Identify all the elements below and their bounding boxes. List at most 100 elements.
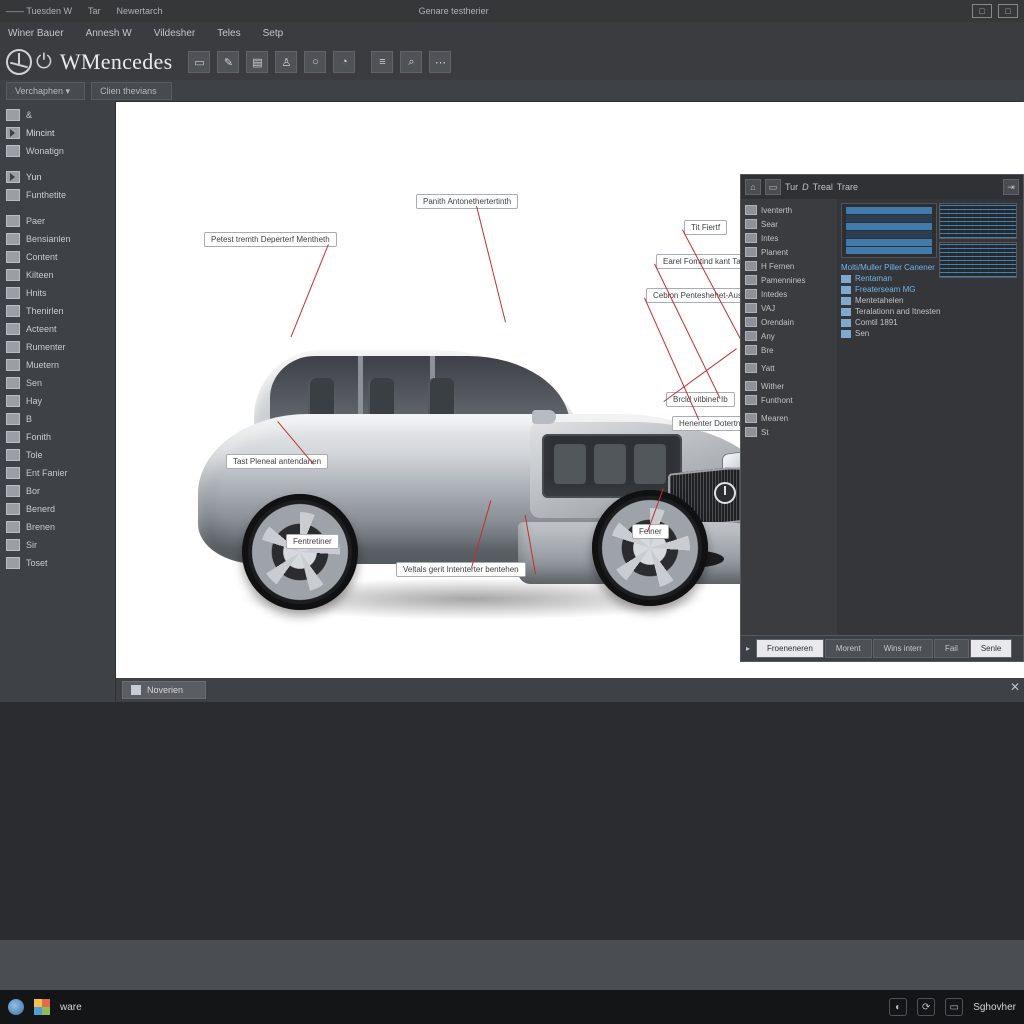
menu-item[interactable]: Teles bbox=[217, 28, 240, 39]
tray-icon[interactable]: ◐ bbox=[889, 998, 907, 1016]
sidebar-item[interactable]: Benerd bbox=[4, 500, 112, 518]
tool-icon[interactable]: ≡ bbox=[371, 51, 393, 73]
sidebar-item[interactable]: Ent Fanier bbox=[4, 464, 112, 482]
tool-icon[interactable]: ◔ bbox=[333, 51, 355, 73]
inspector-collapse-icon[interactable]: ⇥ bbox=[1003, 179, 1019, 195]
start-button-icon[interactable] bbox=[8, 999, 24, 1015]
sidebar-item-icon bbox=[6, 485, 20, 497]
tool-icon[interactable]: ▤ bbox=[246, 51, 268, 73]
sidebar-item[interactable]: Muetern bbox=[4, 356, 112, 374]
sidebar-item[interactable]: Sir bbox=[4, 536, 112, 554]
tree-item[interactable]: Intedes bbox=[745, 287, 833, 301]
close-icon[interactable]: ✕ bbox=[1010, 680, 1020, 694]
sidebar-item[interactable]: B bbox=[4, 410, 112, 428]
property-row[interactable]: Teralationn and Itnesten bbox=[841, 306, 1019, 317]
menu-item[interactable]: Annesh W bbox=[86, 28, 132, 39]
tree-item[interactable]: Any bbox=[745, 329, 833, 343]
tree-item[interactable]: H Fernen bbox=[745, 259, 833, 273]
inspector-bottom-tab[interactable]: Morent bbox=[825, 639, 872, 658]
tree-item[interactable]: Yatt bbox=[745, 361, 833, 375]
sidebar-item-label: Muetern bbox=[26, 360, 59, 370]
inspector-tree[interactable]: IventerthSearIntesPlanentH FernenPamenni… bbox=[741, 199, 837, 635]
tray-icon[interactable]: ⟳ bbox=[917, 998, 935, 1016]
inspector-tab[interactable]: ⌂ bbox=[745, 179, 761, 195]
tool-icon[interactable]: ▭ bbox=[188, 51, 210, 73]
minimize-button[interactable]: □ bbox=[972, 4, 992, 18]
sidebar-item[interactable]: Brenen bbox=[4, 518, 112, 536]
menu-item[interactable]: Vildesher bbox=[154, 28, 196, 39]
sidebar-item[interactable]: Bensianlen bbox=[4, 230, 112, 248]
windows-flag-icon[interactable] bbox=[34, 999, 50, 1015]
sidebar-item[interactable]: Content bbox=[4, 248, 112, 266]
property-row[interactable]: Sen bbox=[841, 328, 1019, 339]
sidebar-item[interactable]: Funthetite bbox=[4, 186, 112, 204]
tree-item[interactable]: Pamennines bbox=[745, 273, 833, 287]
tree-item[interactable]: Mearen bbox=[745, 411, 833, 425]
tree-icon bbox=[745, 233, 757, 243]
tree-item[interactable]: Sear bbox=[745, 217, 833, 231]
sidebar-item-label: & bbox=[26, 110, 32, 120]
property-row[interactable]: Freaterseam MG bbox=[841, 284, 1019, 295]
inspector-tab[interactable]: ▭ bbox=[765, 179, 781, 195]
tool-icon[interactable]: ♙ bbox=[275, 51, 297, 73]
inspector-tab[interactable]: Trare bbox=[837, 182, 858, 192]
sidebar-item[interactable]: Thenirlen bbox=[4, 302, 112, 320]
inspector-panel[interactable]: ⌂ ▭ Tur D Treal Trare ⇥ IventerthSearInt… bbox=[740, 174, 1024, 662]
tree-item[interactable]: Wither bbox=[745, 379, 833, 393]
tool-icon[interactable]: ✎ bbox=[217, 51, 239, 73]
sidebar-item[interactable]: Yun bbox=[4, 168, 112, 186]
sidebar-item[interactable]: Fonith bbox=[4, 428, 112, 446]
sidebar-item[interactable]: Rumenter bbox=[4, 338, 112, 356]
inspector-tab[interactable]: Tur bbox=[785, 182, 798, 192]
tool-icon[interactable]: ⌕ bbox=[400, 51, 422, 73]
tool-icon[interactable]: ○ bbox=[304, 51, 326, 73]
sidebar-item[interactable]: Sen bbox=[4, 374, 112, 392]
inspector-bottom-tab[interactable]: Froeneneren bbox=[756, 639, 824, 658]
inspector-bottom-tab[interactable]: Senle bbox=[970, 639, 1012, 658]
sidebar-item[interactable]: Wonatign bbox=[4, 142, 112, 160]
thumbnail[interactable] bbox=[939, 242, 1017, 278]
sidebar-item[interactable]: Kilteen bbox=[4, 266, 112, 284]
inspector-tab[interactable]: Treal bbox=[813, 182, 833, 192]
sidebar-item[interactable]: Bor bbox=[4, 482, 112, 500]
tree-item[interactable]: St bbox=[745, 425, 833, 439]
tree-item[interactable]: Planent bbox=[745, 245, 833, 259]
sidebar-item[interactable]: Toset bbox=[4, 554, 112, 572]
sidebar-item[interactable]: Tole bbox=[4, 446, 112, 464]
tray-icon[interactable]: ▭ bbox=[945, 998, 963, 1016]
maximize-button[interactable]: □ bbox=[998, 4, 1018, 18]
sidebar-item[interactable]: Hay bbox=[4, 392, 112, 410]
property-row[interactable]: Comtil 1891 bbox=[841, 317, 1019, 328]
sidebar-item[interactable]: Mincint bbox=[4, 124, 112, 142]
thumbnail[interactable] bbox=[939, 203, 1017, 239]
taskbar-app[interactable]: ware bbox=[60, 1002, 82, 1013]
document-tab[interactable]: Clien thevians bbox=[91, 82, 172, 100]
os-taskbar[interactable]: ware ◐ ⟳ ▭ Sghovher bbox=[0, 990, 1024, 1024]
sidebar-item[interactable]: & bbox=[4, 106, 112, 124]
tree-item[interactable]: Funthont bbox=[745, 393, 833, 407]
menu-item[interactable]: Winer Bauer bbox=[8, 28, 64, 39]
tree-item[interactable]: Bre bbox=[745, 343, 833, 357]
tree-item[interactable]: VAJ bbox=[745, 301, 833, 315]
canvas-viewport[interactable]: Panith Antonethertertinth Petest tremth … bbox=[116, 102, 1024, 702]
property-row[interactable]: Mentetahelen bbox=[841, 295, 1019, 306]
sidebar-item[interactable]: Acteent bbox=[4, 320, 112, 338]
inspector-tab[interactable]: D bbox=[802, 182, 809, 192]
tree-item[interactable]: Orendain bbox=[745, 315, 833, 329]
tree-item[interactable]: Iventerth bbox=[745, 203, 833, 217]
sidebar-item[interactable]: Hnits bbox=[4, 284, 112, 302]
canvas-tab[interactable]: Noverien bbox=[122, 681, 206, 699]
inspector-properties[interactable]: Molti/Muller Piller Canener RentamanFrea… bbox=[837, 199, 1023, 635]
tool-icon[interactable]: ⋯ bbox=[429, 51, 451, 73]
sidebar-item-label: Funthetite bbox=[26, 190, 66, 200]
sidebar-item[interactable]: Paer bbox=[4, 212, 112, 230]
title-fragment: Newertarch bbox=[117, 6, 163, 16]
tree-item[interactable]: Intes bbox=[745, 231, 833, 245]
sidebar-item-label: Hnits bbox=[26, 288, 47, 298]
sidebar-header-tab[interactable]: Verchaphen ▾ bbox=[6, 82, 85, 100]
sidebar-item-icon bbox=[6, 539, 20, 551]
sidebar-item-icon bbox=[6, 557, 20, 569]
inspector-bottom-tab[interactable]: Fail bbox=[934, 639, 969, 658]
inspector-bottom-tab[interactable]: Wins interr bbox=[873, 639, 933, 658]
menu-item[interactable]: Setp bbox=[263, 28, 284, 39]
